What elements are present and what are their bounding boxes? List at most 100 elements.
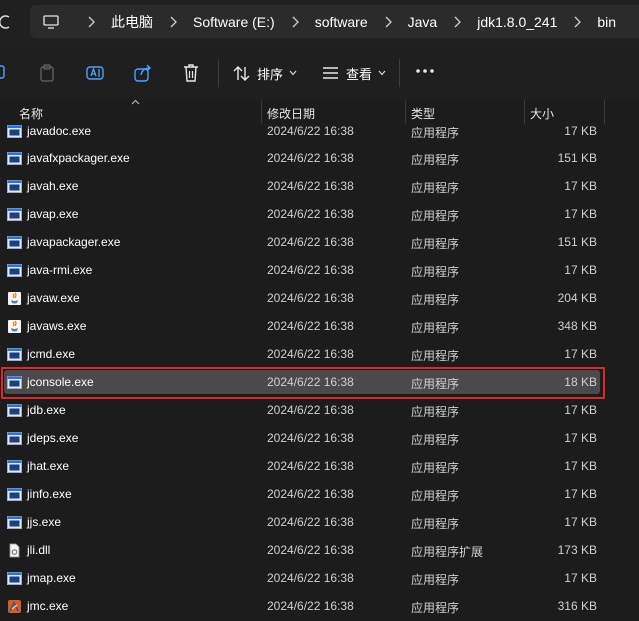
sort-button[interactable]: 排序 <box>233 60 297 86</box>
file-type: 应用程序 <box>411 573 460 587</box>
file-modified-date: 2024/6/22 16:38 <box>267 319 354 333</box>
paste-icon[interactable] <box>37 63 57 83</box>
table-row[interactable]: javapackager.exe 2024/6/22 16:38 应用程序 151 K… <box>0 229 639 257</box>
file-type: 应用程序 <box>411 237 460 251</box>
file-name[interactable]: jmc.exe <box>27 599 68 613</box>
breadcrumb-item-java[interactable]: Java <box>408 14 438 30</box>
breadcrumb-item-jdk[interactable]: jdk1.8.0_241 <box>477 14 557 30</box>
column-type[interactable]: 类型 <box>411 105 435 122</box>
column-modified[interactable]: 修改日期 <box>267 105 315 122</box>
table-row[interactable]: jjs.exe 2024/6/22 16:38 应用程序 17 KB <box>0 509 639 537</box>
chevron-right-icon <box>88 16 95 27</box>
table-row[interactable]: javafxpackager.exe 2024/6/22 16:38 应用程序 151… <box>0 145 639 173</box>
file-name[interactable]: javadoc.exe <box>27 124 91 138</box>
view-button[interactable]: 查看 <box>322 60 386 86</box>
table-row[interactable]: jcmd.exe 2024/6/22 16:38 应用程序 17 KB <box>0 341 639 369</box>
column-divider[interactable] <box>261 100 262 124</box>
breadcrumb-item-software[interactable]: software <box>315 14 368 30</box>
file-type: 应用程序 <box>411 489 460 503</box>
file-name[interactable]: jli.dll <box>27 543 50 557</box>
file-size: 17 KB <box>564 207 597 221</box>
file-size: 17 KB <box>564 571 597 585</box>
table-row[interactable]: javah.exe 2024/6/22 16:38 应用程序 17 KB <box>0 173 639 201</box>
table-row[interactable]: jli.dll 2024/6/22 16:38 应用程序扩展 173 KB <box>0 537 639 565</box>
column-name[interactable]: 名称 <box>19 105 43 122</box>
file-type: 应用程序 <box>411 321 460 335</box>
exe-icon <box>7 263 22 278</box>
file-type: 应用程序扩展 <box>411 545 484 559</box>
file-name[interactable]: jinfo.exe <box>27 487 72 501</box>
table-row[interactable]: jmap.exe 2024/6/22 16:38 应用程序 17 KB <box>0 565 639 593</box>
address-bar[interactable]: 此电脑 Software (E:) software Java jdk1.8.0… <box>30 5 639 38</box>
file-modified-date: 2024/6/22 16:38 <box>267 459 354 473</box>
file-name[interactable]: jcmd.exe <box>27 347 75 361</box>
file-name[interactable]: javafxpackager.exe <box>27 151 130 165</box>
file-modified-date: 2024/6/22 16:38 <box>267 403 354 417</box>
file-modified-date: 2024/6/22 16:38 <box>267 347 354 361</box>
file-name[interactable]: jjs.exe <box>27 515 61 529</box>
file-modified-date: 2024/6/22 16:38 <box>267 515 354 529</box>
file-name[interactable]: jhat.exe <box>27 459 69 473</box>
table-row[interactable]: javap.exe 2024/6/22 16:38 应用程序 17 KB <box>0 201 639 229</box>
rename-icon[interactable] <box>85 63 105 83</box>
file-name[interactable]: javapackager.exe <box>27 235 120 249</box>
table-row[interactable]: jhat.exe 2024/6/22 16:38 应用程序 17 KB <box>0 453 639 481</box>
exe-icon <box>7 375 22 390</box>
table-row-selected[interactable]: jconsole.exe 2024/6/22 16:38 应用程序 18 KB <box>0 367 639 399</box>
breadcrumb-item-this-pc[interactable]: 此电脑 <box>111 12 153 32</box>
file-modified-date: 2024/6/22 16:38 <box>267 263 354 277</box>
column-divider[interactable] <box>405 100 406 124</box>
table-row[interactable]: javaws.exe 2024/6/22 16:38 应用程序 348 KB <box>0 313 639 341</box>
file-modified-date: 2024/6/22 16:38 <box>267 124 354 138</box>
file-modified-date: 2024/6/22 16:38 <box>267 487 354 501</box>
file-type: 应用程序 <box>411 153 460 167</box>
exe-icon <box>7 515 22 530</box>
column-divider[interactable] <box>524 100 525 124</box>
toolbar-divider <box>399 59 400 87</box>
file-size: 17 KB <box>564 124 597 138</box>
navigation-bar: 此电脑 Software (E:) software Java jdk1.8.0… <box>0 0 639 44</box>
copy-icon[interactable] <box>0 63 12 83</box>
file-type: 应用程序 <box>411 181 460 195</box>
table-row[interactable]: java-rmi.exe 2024/6/22 16:38 应用程序 17 KB <box>0 257 639 285</box>
file-name[interactable]: jdeps.exe <box>27 431 78 445</box>
column-size[interactable]: 大小 <box>530 105 554 122</box>
file-name[interactable]: java-rmi.exe <box>27 263 92 277</box>
file-modified-date: 2024/6/22 16:38 <box>267 431 354 445</box>
table-row[interactable]: jdeps.exe 2024/6/22 16:38 应用程序 17 KB <box>0 425 639 453</box>
file-name[interactable]: jconsole.exe <box>27 375 94 389</box>
refresh-icon[interactable] <box>0 14 12 30</box>
file-size: 17 KB <box>564 403 597 417</box>
table-row[interactable]: javaw.exe 2024/6/22 16:38 应用程序 204 KB <box>0 285 639 313</box>
file-type: 应用程序 <box>411 126 460 140</box>
file-type: 应用程序 <box>411 517 460 531</box>
exe-icon <box>7 124 22 139</box>
chevron-down-icon <box>378 70 386 76</box>
chevron-right-icon <box>574 16 582 27</box>
table-row[interactable]: jmc.exe 2024/6/22 16:38 应用程序 316 KB <box>0 593 639 621</box>
file-modified-date: 2024/6/22 16:38 <box>267 543 354 557</box>
file-name[interactable]: jdb.exe <box>27 403 66 417</box>
breadcrumb-item-bin[interactable]: bin <box>597 14 616 30</box>
more-options-icon[interactable] <box>415 68 435 74</box>
file-name[interactable]: jmap.exe <box>27 571 76 585</box>
chevron-right-icon <box>170 16 177 27</box>
file-name[interactable]: javap.exe <box>27 207 78 221</box>
file-size: 18 KB <box>564 375 597 389</box>
file-modified-date: 2024/6/22 16:38 <box>267 291 354 305</box>
file-size: 17 KB <box>564 263 597 277</box>
file-size: 151 KB <box>557 235 597 249</box>
view-label: 查看 <box>346 66 373 82</box>
file-modified-date: 2024/6/22 16:38 <box>267 599 354 613</box>
file-name[interactable]: javaws.exe <box>27 319 86 333</box>
column-divider[interactable] <box>604 100 605 124</box>
file-name[interactable]: javaw.exe <box>27 291 80 305</box>
chevron-right-icon <box>385 16 392 27</box>
jmc-icon <box>7 599 22 614</box>
share-icon[interactable] <box>133 63 153 83</box>
file-name[interactable]: javah.exe <box>27 179 78 193</box>
delete-icon[interactable] <box>181 63 201 83</box>
table-row[interactable]: jinfo.exe 2024/6/22 16:38 应用程序 17 KB <box>0 481 639 509</box>
table-row[interactable]: jdb.exe 2024/6/22 16:38 应用程序 17 KB <box>0 397 639 425</box>
breadcrumb-item-drive[interactable]: Software (E:) <box>193 14 275 30</box>
